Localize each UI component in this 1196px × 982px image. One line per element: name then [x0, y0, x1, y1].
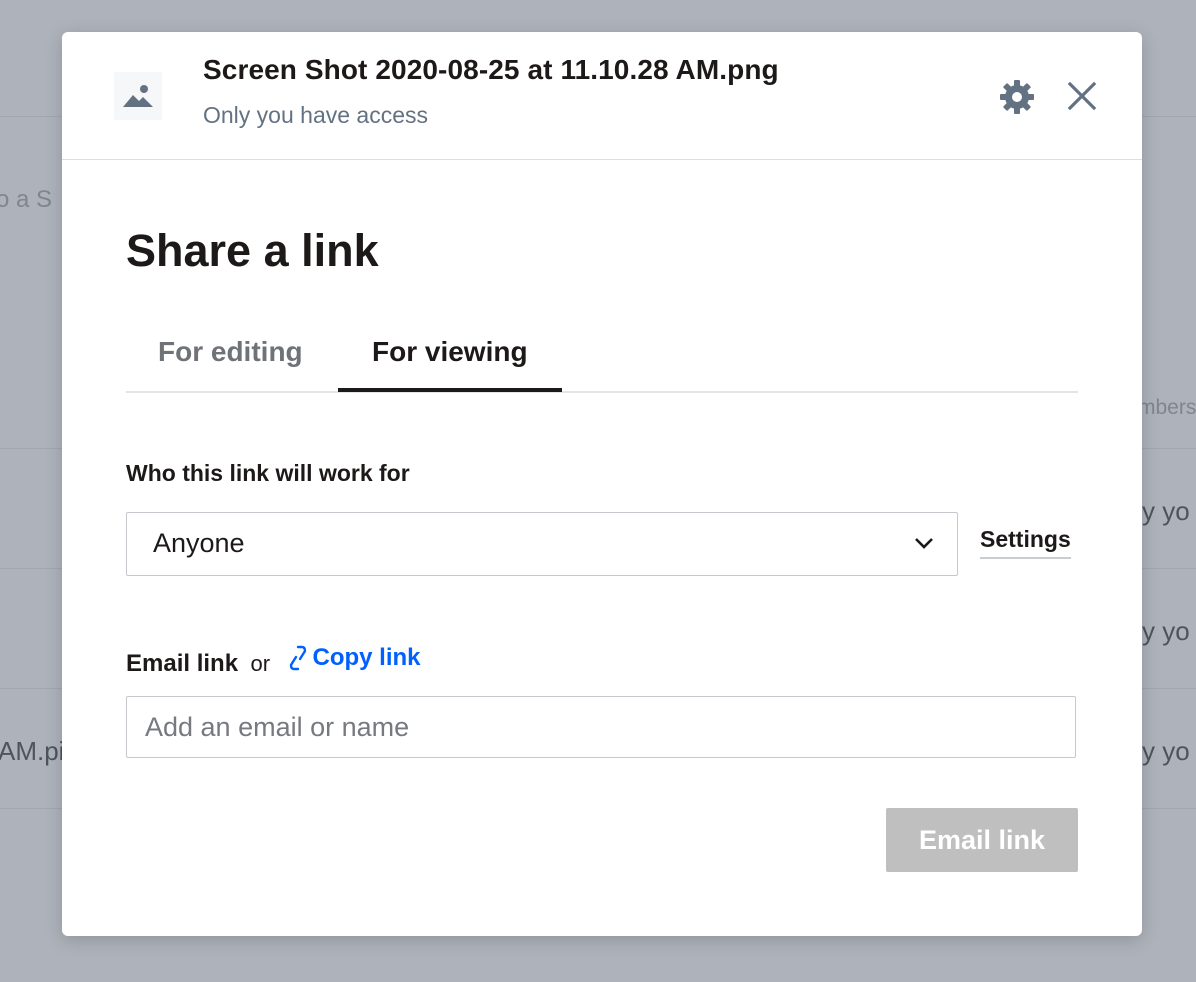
tab-for-editing[interactable]: For editing: [158, 332, 303, 391]
modal-header: Screen Shot 2020-08-25 at 11.10.28 AM.pn…: [62, 32, 1142, 160]
bg-text-fragment: mbers: [1138, 396, 1196, 419]
audience-label: Who this link will work for: [126, 460, 410, 486]
link-icon: [289, 645, 306, 671]
chevron-down-icon: [915, 538, 933, 549]
copy-link-button[interactable]: Copy link: [289, 644, 421, 672]
close-button[interactable]: [1064, 78, 1100, 114]
bg-text-fragment: o a S: [0, 186, 53, 213]
file-name: Screen Shot 2020-08-25 at 11.10.28 AM.pn…: [203, 54, 779, 85]
settings-gear-button[interactable]: [998, 78, 1036, 116]
bg-text-fragment: y yo: [1142, 496, 1190, 526]
share-tabs: For editing For viewing: [126, 332, 1078, 393]
access-status: Only you have access: [203, 102, 429, 128]
close-icon: [1067, 81, 1097, 111]
or-text: or: [250, 651, 271, 676]
share-modal: Screen Shot 2020-08-25 at 11.10.28 AM.pn…: [62, 32, 1142, 936]
bg-text-fragment: y yo: [1142, 736, 1190, 766]
audience-select-value: Anyone: [153, 528, 245, 558]
email-link-button[interactable]: Email link: [886, 808, 1078, 872]
link-settings-button[interactable]: Settings: [980, 526, 1071, 559]
gear-icon: [1000, 80, 1034, 114]
file-thumbnail: [114, 72, 162, 120]
modal-title: Share a link: [126, 225, 379, 276]
tab-for-viewing[interactable]: For viewing: [372, 332, 528, 391]
copy-link-label: Copy link: [312, 644, 421, 671]
bg-text-fragment: AM.pi: [0, 736, 65, 766]
audience-select[interactable]: Anyone: [126, 512, 958, 576]
bg-text-fragment: y yo: [1142, 616, 1190, 646]
active-tab-indicator: [338, 388, 562, 392]
email-input[interactable]: [126, 696, 1076, 758]
image-icon: [123, 85, 153, 107]
email-link-label: Email link: [126, 650, 239, 677]
email-row: Email link or Copy link: [126, 644, 421, 677]
